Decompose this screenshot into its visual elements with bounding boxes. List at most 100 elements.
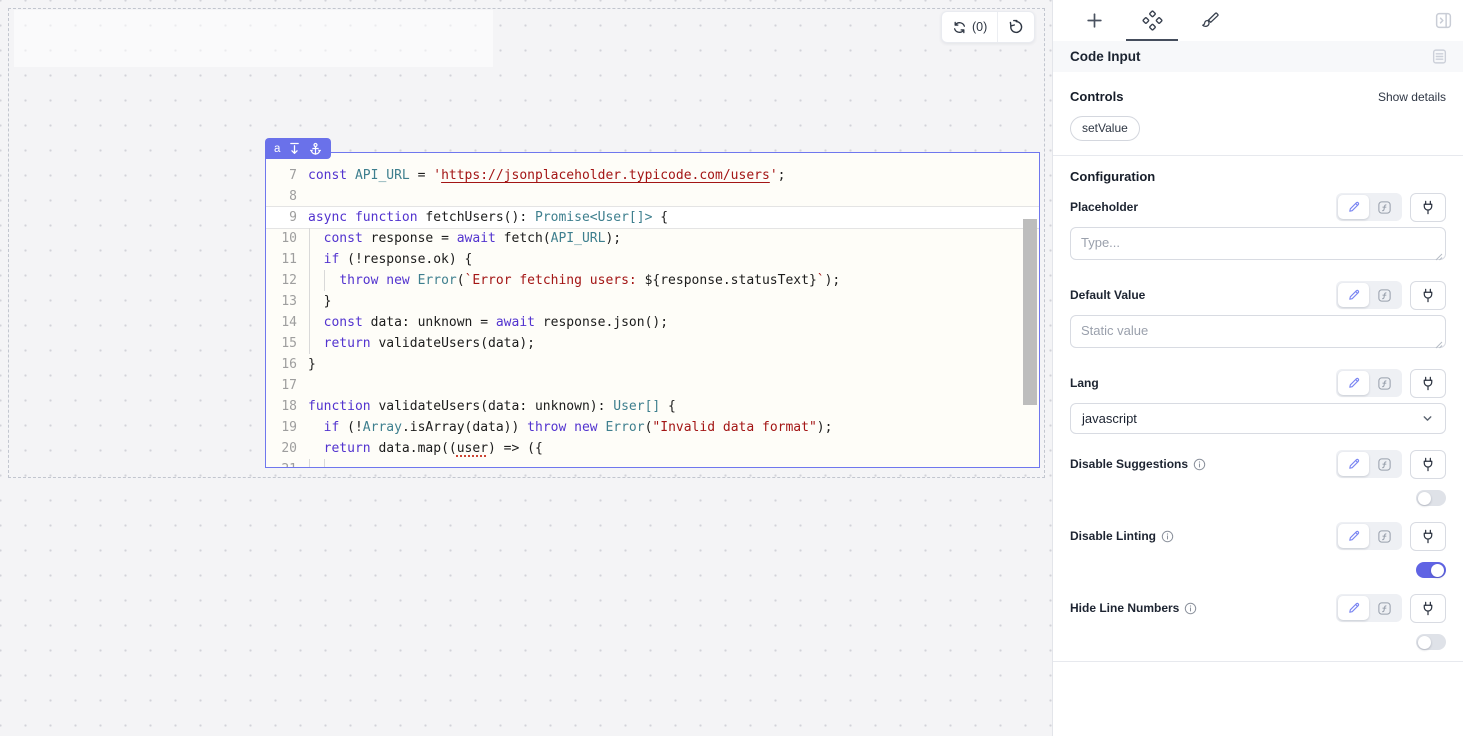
app-canvas[interactable]: (0) a 67const API_URL = 'https://jsonpla… — [0, 0, 1052, 736]
bind-data-button[interactable] — [1410, 522, 1446, 551]
paintbrush-icon — [1200, 11, 1220, 31]
refresh-icon — [952, 20, 967, 35]
bind-data-button[interactable] — [1410, 193, 1446, 222]
line-number: 19 — [266, 417, 306, 438]
value-mode-switch — [1336, 369, 1402, 397]
property-select[interactable]: javascript — [1070, 403, 1446, 434]
expand-panel-icon[interactable] — [1434, 11, 1453, 30]
widget-name-tag[interactable]: a — [265, 138, 331, 159]
property-label: Default Value — [1070, 288, 1145, 302]
configuration-heading: Configuration — [1070, 169, 1446, 184]
code-line[interactable]: 19 if (!Array.isArray(data)) throw new E… — [266, 417, 1039, 438]
code-line[interactable]: 20 return data.map((user) => ({ — [266, 438, 1039, 459]
property-toggle[interactable] — [1416, 634, 1446, 650]
code-line[interactable]: 8 — [266, 186, 1039, 207]
line-number: 11 — [266, 249, 306, 270]
literal-mode-button[interactable] — [1338, 195, 1369, 219]
bind-data-button[interactable] — [1410, 450, 1446, 479]
literal-mode-button[interactable] — [1338, 452, 1369, 476]
expression-mode-button[interactable] — [1369, 371, 1400, 395]
code-line[interactable]: 16} — [266, 354, 1039, 375]
configuration-properties: Placeholder — [1070, 193, 1446, 650]
property-label: Disable Linting — [1070, 529, 1174, 543]
tab-styles[interactable] — [1181, 0, 1239, 41]
panel-body: Controls Show details setValue Configura… — [1053, 89, 1463, 662]
property-textarea[interactable] — [1070, 315, 1446, 348]
property-toggle[interactable] — [1416, 562, 1446, 578]
chevron-down-icon — [1421, 412, 1434, 425]
code-line[interactable]: 11 if (!response.ok) { — [266, 249, 1039, 270]
section-divider — [1053, 155, 1463, 156]
property-row: Disable Suggestions — [1070, 450, 1446, 506]
literal-mode-button[interactable] — [1338, 524, 1369, 548]
editor-scrollbar[interactable] — [1023, 219, 1037, 405]
line-number: 9 — [266, 207, 306, 228]
property-controls — [1336, 281, 1446, 310]
code-line[interactable]: 9async function fetchUsers(): Promise<Us… — [266, 206, 1039, 229]
bind-data-button[interactable] — [1410, 369, 1446, 398]
canvas-highlight-region — [14, 10, 493, 67]
show-details-link[interactable]: Show details — [1378, 90, 1446, 104]
tab-components[interactable] — [1123, 0, 1181, 41]
property-row: Hide Line Numbers — [1070, 594, 1446, 650]
code-line[interactable]: 6 — [266, 152, 1039, 165]
canvas-history-toolbar: (0) — [941, 11, 1035, 43]
property-controls — [1336, 450, 1446, 479]
code-editor-content[interactable]: 67const API_URL = 'https://jsonplacehold… — [266, 152, 1039, 468]
info-icon[interactable] — [1184, 602, 1197, 615]
panel-tabbar — [1053, 0, 1463, 41]
bottom-divider — [1053, 661, 1463, 662]
history-icon — [1008, 19, 1024, 35]
literal-mode-button[interactable] — [1338, 371, 1369, 395]
property-label: Placeholder — [1070, 200, 1138, 214]
line-number: 8 — [266, 186, 306, 207]
code-line[interactable]: 13 } — [266, 291, 1039, 312]
history-button[interactable] — [997, 12, 1034, 42]
code-editor-widget[interactable]: 67const API_URL = 'https://jsonplacehold… — [265, 152, 1040, 468]
code-line[interactable]: 7const API_URL = 'https://jsonplaceholde… — [266, 165, 1039, 186]
property-toggle[interactable] — [1416, 490, 1446, 506]
property-label: Lang — [1070, 376, 1099, 390]
controls-heading: Controls — [1070, 89, 1123, 104]
info-icon[interactable] — [1193, 458, 1206, 471]
line-number: 14 — [266, 312, 306, 333]
literal-mode-button[interactable] — [1338, 283, 1369, 307]
property-row: Lang — [1070, 369, 1446, 434]
property-row: Placeholder — [1070, 193, 1446, 265]
code-line[interactable]: 17 — [266, 375, 1039, 396]
line-number: 10 — [266, 228, 306, 249]
expression-mode-button[interactable] — [1369, 283, 1400, 307]
property-textarea[interactable] — [1070, 227, 1446, 260]
auto-height-icon[interactable] — [289, 142, 300, 155]
expression-mode-button[interactable] — [1369, 596, 1400, 620]
value-mode-switch — [1336, 522, 1402, 550]
code-line[interactable]: 21 — [266, 459, 1039, 468]
code-line[interactable]: 12 throw new Error(`Error fetching users… — [266, 270, 1039, 291]
expression-mode-button[interactable] — [1369, 195, 1400, 219]
expression-mode-button[interactable] — [1369, 524, 1400, 548]
docs-icon[interactable] — [1431, 48, 1448, 65]
setvalue-button[interactable]: setValue — [1070, 116, 1140, 141]
code-line[interactable]: 18function validateUsers(data: unknown):… — [266, 396, 1039, 417]
refresh-button[interactable]: (0) — [942, 12, 997, 42]
property-controls — [1336, 522, 1446, 551]
value-mode-switch — [1336, 193, 1402, 221]
code-line[interactable]: 14 const data: unknown = await response.… — [266, 312, 1039, 333]
property-panel: Code Input Controls Show details setValu… — [1052, 0, 1463, 736]
line-number: 7 — [266, 165, 306, 186]
expression-mode-button[interactable] — [1369, 452, 1400, 476]
line-number: 15 — [266, 333, 306, 354]
code-line[interactable]: 15 return validateUsers(data); — [266, 333, 1039, 354]
undo-count: (0) — [972, 20, 987, 34]
plus-icon — [1085, 11, 1104, 30]
bind-data-button[interactable] — [1410, 281, 1446, 310]
property-label: Hide Line Numbers — [1070, 601, 1197, 615]
anchor-icon[interactable] — [309, 142, 322, 156]
code-line[interactable]: 10 const response = await fetch(API_URL)… — [266, 228, 1039, 249]
tab-insert[interactable] — [1065, 0, 1123, 41]
literal-mode-button[interactable] — [1338, 596, 1369, 620]
property-controls — [1336, 369, 1446, 398]
line-number: 18 — [266, 396, 306, 417]
info-icon[interactable] — [1161, 530, 1174, 543]
bind-data-button[interactable] — [1410, 594, 1446, 623]
